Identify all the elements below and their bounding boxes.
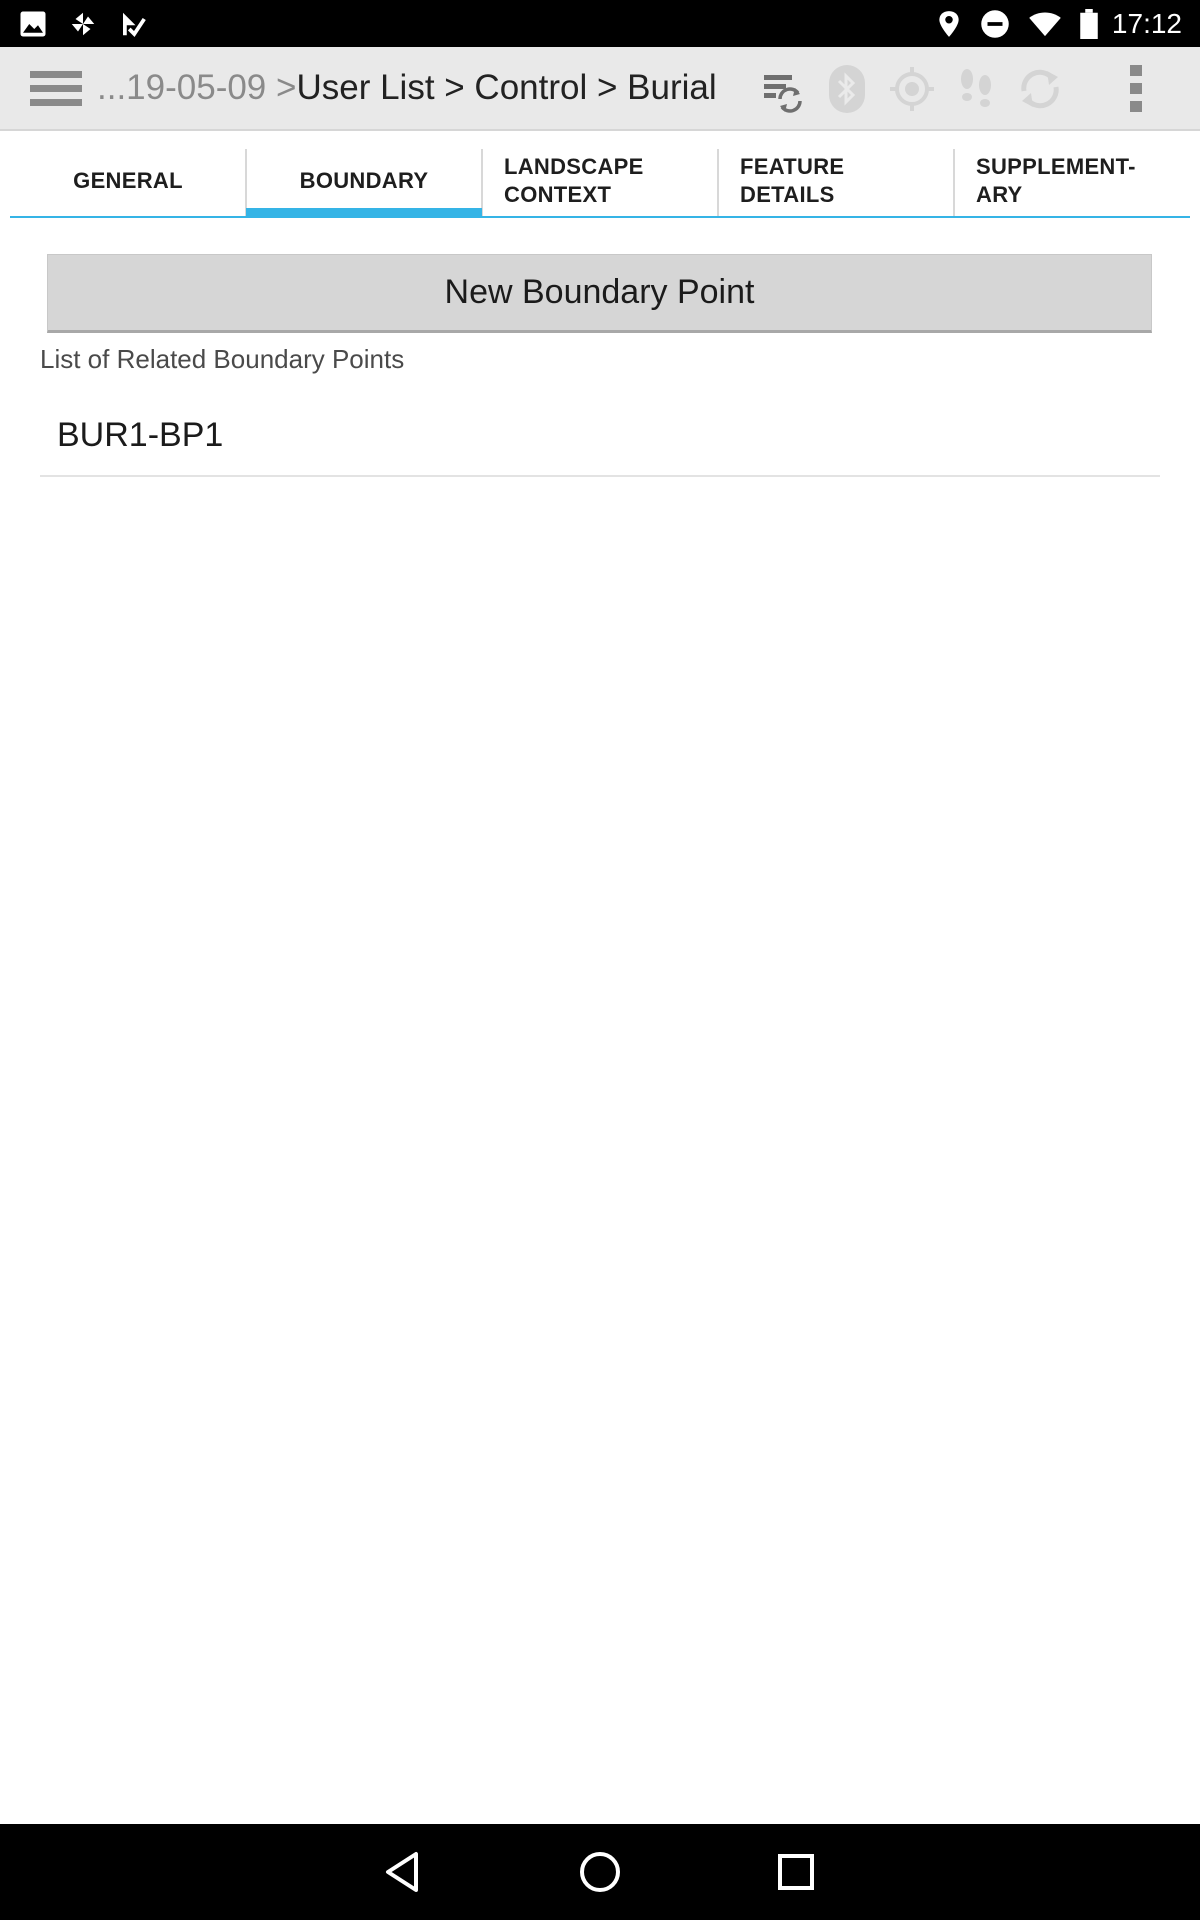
tab-boundary[interactable]: BOUNDARY — [246, 146, 483, 218]
bluetooth-icon[interactable] — [823, 65, 871, 113]
sync-records-icon[interactable] — [758, 65, 806, 113]
gps-icon[interactable] — [888, 65, 936, 113]
image-icon — [20, 11, 46, 36]
tab-general[interactable]: GENERAL — [10, 146, 247, 218]
battery-icon — [1080, 8, 1098, 39]
tab-feature-details[interactable]: FEATURE DETAILS — [718, 146, 955, 218]
pinwheel-icon — [71, 12, 95, 35]
location-icon — [939, 10, 959, 37]
list-item[interactable]: BUR1-BP1 — [40, 395, 1160, 477]
action-bar: ...19-05-09 > User List > Control > Buri… — [0, 47, 1200, 131]
wifi-icon — [1029, 11, 1061, 36]
home-icon[interactable] — [576, 1848, 624, 1896]
menu-icon[interactable] — [30, 69, 82, 109]
screen: 17:12 ...19-05-09 > User List > Control … — [0, 0, 1200, 1920]
tab-supplementary[interactable]: SUPPLEMENT- ARY — [954, 146, 1190, 218]
tab-label: SUPPLEMENT- ARY — [976, 154, 1136, 207]
status-left — [18, 0, 168, 47]
breadcrumb: ...19-05-09 > User List > Control > Buri… — [97, 47, 717, 129]
back-icon[interactable] — [380, 1848, 428, 1896]
status-right: 17:12 — [918, 0, 1182, 47]
do-not-disturb-icon — [981, 9, 1009, 38]
status-bar: 17:12 — [0, 0, 1200, 47]
list-header: List of Related Boundary Points — [40, 344, 405, 374]
navigation-bar — [0, 1824, 1200, 1920]
tab-label: FEATURE DETAILS — [740, 154, 845, 207]
tab-label: BOUNDARY — [299, 168, 429, 193]
breadcrumb-path: User List > Control > Burial — [296, 68, 717, 107]
new-boundary-point-button[interactable]: New Boundary Point — [47, 254, 1152, 333]
status-time: 17:12 — [1111, 7, 1182, 39]
tab-landscape-context[interactable]: LANDSCAPE CONTEXT — [482, 146, 719, 218]
refresh-icon[interactable] — [1016, 65, 1064, 113]
recents-icon[interactable] — [772, 1848, 820, 1896]
tracking-icon[interactable] — [952, 65, 1000, 113]
tab-label: GENERAL — [73, 168, 183, 193]
tab-bar: GENERAL BOUNDARY LANDSCAPE CONTEXT FEATU… — [10, 146, 1190, 218]
list-item-label: BUR1-BP1 — [57, 415, 224, 454]
check-flag-icon — [123, 12, 146, 37]
breadcrumb-prefix[interactable]: ...19-05-09 > — [97, 68, 296, 108]
tab-label: LANDSCAPE CONTEXT — [504, 154, 644, 207]
overflow-menu-icon[interactable] — [1112, 65, 1160, 113]
